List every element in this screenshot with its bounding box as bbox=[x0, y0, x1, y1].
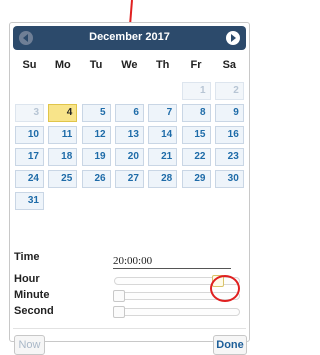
day-cell[interactable]: 5 bbox=[81, 104, 111, 122]
weekday-label: Tu bbox=[89, 59, 103, 71]
weekday-label: We bbox=[121, 59, 138, 71]
day-cell[interactable]: 17 bbox=[15, 148, 44, 166]
day-cell[interactable]: 16 bbox=[214, 126, 244, 144]
time-label: Time bbox=[14, 251, 40, 263]
day-cell[interactable]: 9 bbox=[214, 104, 244, 122]
weekday-label: Sa bbox=[222, 59, 237, 71]
day-cell[interactable]: 8 bbox=[181, 104, 211, 122]
day-cell[interactable]: 12 bbox=[81, 126, 111, 144]
day-cell-today[interactable]: 4 bbox=[48, 104, 78, 122]
day-cell[interactable]: 10 bbox=[15, 126, 44, 144]
day-cell[interactable]: 13 bbox=[114, 126, 144, 144]
prev-month-button[interactable] bbox=[19, 31, 33, 45]
day-cell[interactable]: 21 bbox=[148, 148, 178, 166]
weekday-label: Fr bbox=[190, 59, 202, 71]
day-cell[interactable]: 20 bbox=[114, 148, 144, 166]
weekday-header: Su Mo Tu We Th Fr Sa bbox=[13, 59, 246, 75]
weekday-label: Su bbox=[22, 59, 37, 71]
day-cell[interactable]: 2 bbox=[214, 82, 244, 100]
day-cell[interactable]: 28 bbox=[148, 170, 178, 188]
now-button[interactable]: Now bbox=[14, 335, 45, 355]
day-cell[interactable]: 14 bbox=[148, 126, 178, 144]
weekday-label: Th bbox=[155, 59, 170, 71]
day-cell[interactable]: 30 bbox=[214, 170, 244, 188]
day-cell[interactable]: 31 bbox=[15, 192, 44, 210]
day-cell[interactable]: 6 bbox=[114, 104, 144, 122]
second-label: Second bbox=[14, 305, 54, 317]
day-cell[interactable]: 18 bbox=[48, 148, 78, 166]
datetime-picker: December 2017 Su Mo Tu We Th Fr Sa 1 2 3 4 5 6 7 8 9 10… bbox=[9, 22, 250, 355]
calendar-header: December 2017 bbox=[13, 26, 246, 50]
day-cell[interactable]: 25 bbox=[48, 170, 78, 188]
footer-divider bbox=[13, 328, 246, 329]
day-cell[interactable]: 7 bbox=[148, 104, 178, 122]
month-title: December 2017 bbox=[89, 31, 170, 43]
minute-label: Minute bbox=[14, 289, 50, 301]
day-cell[interactable]: 29 bbox=[181, 170, 211, 188]
day-cell[interactable]: 19 bbox=[81, 148, 111, 166]
day-cell[interactable]: 3 bbox=[15, 104, 44, 122]
second-slider-handle[interactable] bbox=[113, 306, 125, 318]
minute-slider-handle[interactable] bbox=[113, 290, 125, 302]
next-month-button[interactable] bbox=[226, 31, 240, 45]
annotation-circle bbox=[210, 275, 240, 302]
day-cell[interactable]: 24 bbox=[15, 170, 44, 188]
second-slider[interactable] bbox=[113, 306, 240, 318]
arrow-right-icon bbox=[231, 34, 236, 42]
day-cell[interactable]: 27 bbox=[114, 170, 144, 188]
time-value: 20:00:00 bbox=[113, 255, 153, 267]
time-underline bbox=[113, 268, 231, 269]
day-cell[interactable]: 11 bbox=[48, 126, 78, 144]
day-cell[interactable]: 23 bbox=[214, 148, 244, 166]
arrow-left-icon bbox=[23, 34, 28, 42]
weekday-label: Mo bbox=[54, 59, 71, 71]
day-cell[interactable]: 26 bbox=[81, 170, 111, 188]
hour-label: Hour bbox=[14, 273, 40, 285]
done-button[interactable]: Done bbox=[213, 335, 247, 355]
day-cell[interactable]: 15 bbox=[181, 126, 211, 144]
day-cell[interactable]: 1 bbox=[181, 82, 211, 100]
day-cell[interactable]: 22 bbox=[181, 148, 211, 166]
